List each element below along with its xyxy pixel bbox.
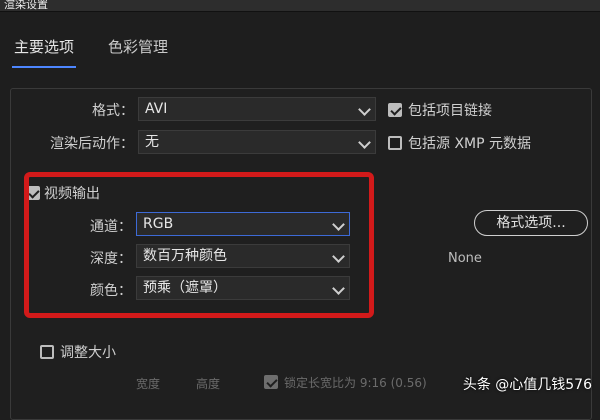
tab-color-management[interactable]: 色彩管理 <box>108 36 168 57</box>
include-xmp-label: 包括源 XMP 元数据 <box>408 136 532 152</box>
format-options-button[interactable]: 格式选项... <box>474 210 588 236</box>
lock-aspect-label: 锁定长宽比为 9:16 (0.56) <box>284 376 427 390</box>
post-render-select[interactable]: 无 <box>138 130 376 154</box>
highlight-frame <box>24 172 374 318</box>
format-value: AVI <box>145 101 168 117</box>
tab-main-options[interactable]: 主要选项 <box>14 36 74 57</box>
post-render-value: 无 <box>145 134 159 150</box>
tab-bar: 主要选项 色彩管理 <box>0 24 600 68</box>
include-xmp-checkbox[interactable] <box>388 136 402 150</box>
window-title: 渲染设置 <box>4 0 48 11</box>
chevron-down-icon <box>358 103 371 116</box>
resize-checkbox[interactable] <box>40 345 54 359</box>
window-titlebar: 渲染设置 <box>0 0 600 12</box>
watermark-text: 头条 @心值几钱576 <box>462 377 592 393</box>
post-render-label: 渲染后动作： <box>50 136 134 152</box>
active-tab-indicator <box>12 66 76 68</box>
chevron-down-icon <box>358 136 371 149</box>
format-label: 格式： <box>92 103 134 119</box>
lock-aspect-checkbox[interactable] <box>264 375 278 389</box>
format-select[interactable]: AVI <box>138 97 376 121</box>
watermark: 头条 @心值几钱576 <box>463 374 592 394</box>
codec-info-text: None <box>448 251 482 266</box>
height-label: 高度 <box>196 377 221 391</box>
include-project-link-checkbox[interactable] <box>388 103 402 117</box>
resize-label: 调整大小 <box>60 345 116 361</box>
width-label: 宽度 <box>136 377 161 391</box>
include-project-link-label: 包括项目链接 <box>408 103 492 119</box>
